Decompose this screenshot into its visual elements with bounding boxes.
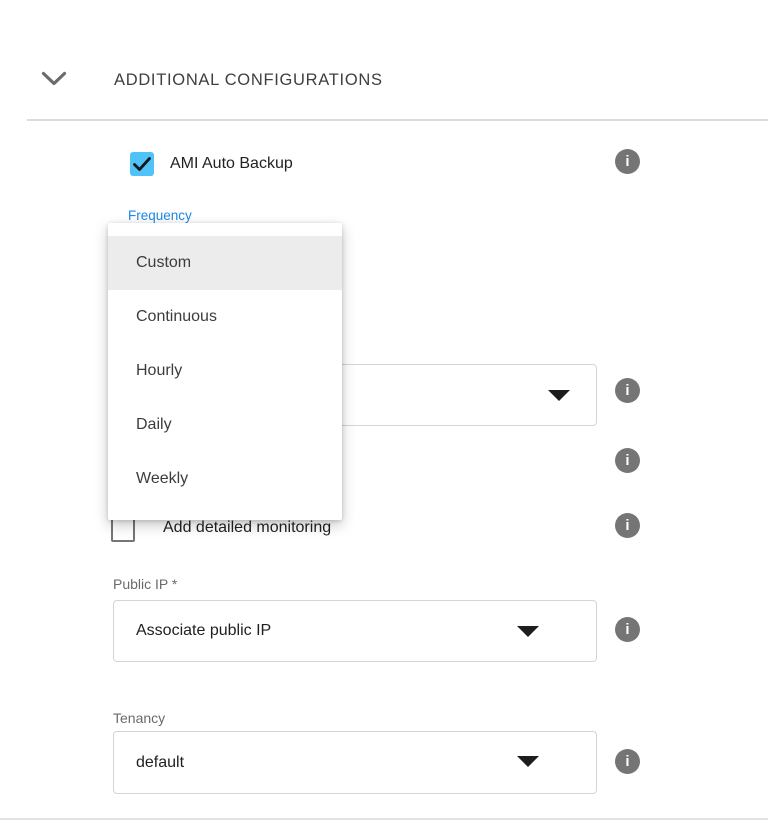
tenancy-label: Tenancy (113, 710, 165, 726)
info-icon-tenancy[interactable]: i (615, 749, 640, 774)
dropdown-arrow-icon (517, 626, 539, 637)
frequency-dropdown-menu: Custom Continuous Hourly Daily Weekly (108, 223, 342, 520)
info-icon-hidden-row[interactable]: i (615, 448, 640, 473)
menu-item-daily[interactable]: Daily (108, 398, 342, 452)
divider (0, 818, 768, 820)
checkmark-icon (130, 152, 154, 176)
menu-item-continuous[interactable]: Continuous (108, 290, 342, 344)
detailed-monitoring-label: Add detailed monitoring (163, 517, 331, 539)
section-title: ADDITIONAL CONFIGURATIONS (114, 71, 383, 90)
detailed-monitoring-checkbox[interactable] (111, 518, 135, 542)
ami-auto-backup-label: AMI Auto Backup (170, 155, 293, 173)
info-icon-detailed-monitoring[interactable]: i (615, 513, 640, 538)
dropdown-arrow-icon (517, 756, 539, 767)
info-icon-public-ip[interactable]: i (615, 617, 640, 642)
divider (27, 119, 768, 121)
menu-item-hourly[interactable]: Hourly (108, 344, 342, 398)
public-ip-label: Public IP * (113, 576, 177, 592)
info-icon-ami-backup[interactable]: i (615, 149, 640, 174)
ami-auto-backup-checkbox[interactable] (130, 152, 154, 176)
frequency-field-label: Frequency (128, 208, 192, 223)
dropdown-arrow-icon (548, 390, 570, 401)
menu-item-custom[interactable]: Custom (108, 236, 342, 290)
menu-item-weekly[interactable]: Weekly (108, 452, 342, 506)
additional-configurations-panel: ADDITIONAL CONFIGURATIONS AMI Auto Backu… (0, 0, 768, 831)
info-icon-frequency-field[interactable]: i (615, 378, 640, 403)
chevron-down-icon[interactable] (41, 71, 67, 87)
